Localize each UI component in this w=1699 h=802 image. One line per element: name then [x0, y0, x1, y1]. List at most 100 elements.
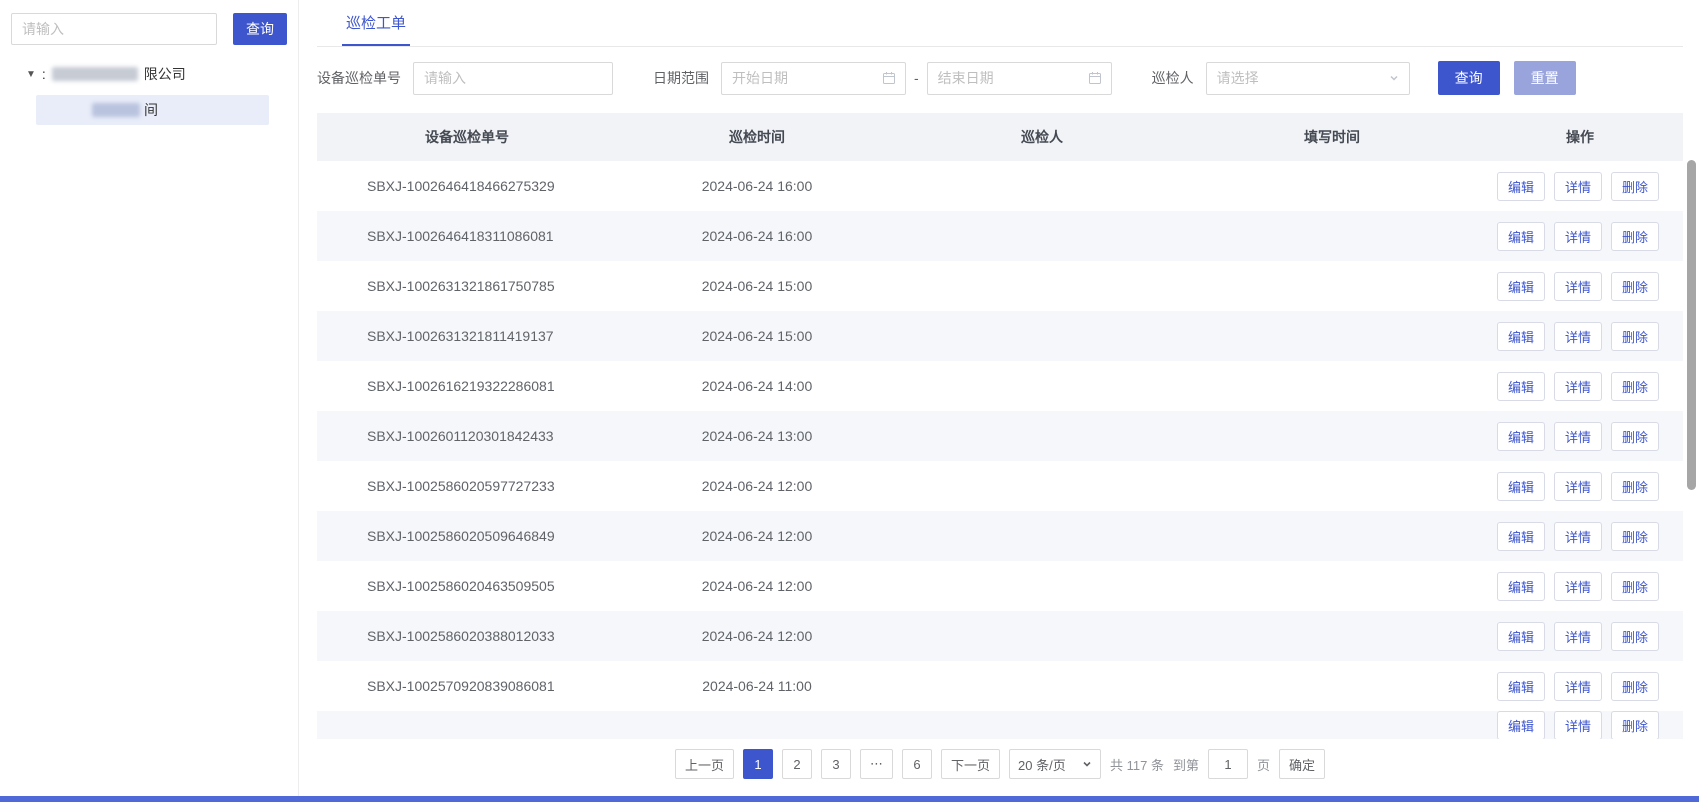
inspector-select-placeholder: 请选择	[1217, 68, 1259, 88]
table-row: SBXJ-1002631321811419137 2024-06-24 15:0…	[317, 311, 1683, 361]
cell-inspect-time: 2024-06-24 15:00	[617, 328, 897, 344]
vertical-scrollbar-thumb[interactable]	[1687, 160, 1696, 490]
col-header-actions: 操作	[1477, 127, 1683, 147]
table-row: SBXJ-1002601120301842433 2024-06-24 13:0…	[317, 411, 1683, 461]
delete-button[interactable]: 删除	[1611, 322, 1659, 351]
cell-order-no: SBXJ-1002616219322286081	[317, 378, 617, 394]
cell-order-no: SBXJ-1002570920839086081	[317, 678, 617, 694]
cell-actions: 编辑 详情 删除	[1477, 322, 1683, 351]
cell-order-no: SBXJ-1002631321861750785	[317, 278, 617, 294]
date-range-separator: -	[914, 70, 919, 86]
delete-button[interactable]: 删除	[1611, 422, 1659, 451]
order-no-input[interactable]	[413, 62, 613, 95]
cell-actions: 编辑 详情 删除	[1477, 572, 1683, 601]
detail-button[interactable]: 详情	[1554, 711, 1602, 739]
detail-button[interactable]: 详情	[1554, 222, 1602, 251]
col-header-fill-time: 填写时间	[1187, 127, 1477, 147]
page-button-1[interactable]: 1	[743, 749, 773, 779]
cell-order-no: SBXJ-1002586020597727233	[317, 478, 617, 494]
detail-button[interactable]: 详情	[1554, 622, 1602, 651]
tab-inspection-work-order[interactable]: 巡检工单	[342, 0, 410, 46]
delete-button[interactable]: 删除	[1611, 372, 1659, 401]
tree-expand-caret-down-icon[interactable]: ▼	[26, 69, 36, 80]
delete-button[interactable]: 删除	[1611, 622, 1659, 651]
table-row: SBXJ-1002631321861750785 2024-06-24 15:0…	[317, 261, 1683, 311]
cell-inspect-time: 2024-06-24 12:00	[617, 578, 897, 594]
inspector-label: 巡检人	[1152, 68, 1194, 88]
table-row: SBXJ-1002616219322286081 2024-06-24 14:0…	[317, 361, 1683, 411]
edit-button[interactable]: 编辑	[1497, 472, 1545, 501]
edit-button[interactable]: 编辑	[1497, 222, 1545, 251]
tab-bar: 巡检工单	[317, 0, 1683, 47]
goto-page-input[interactable]	[1208, 749, 1248, 779]
edit-button[interactable]: 编辑	[1497, 622, 1545, 651]
edit-button[interactable]: 编辑	[1497, 272, 1545, 301]
goto-confirm-button[interactable]: 确定	[1279, 749, 1325, 779]
main-panel: 巡检工单 设备巡检单号 日期范围 -	[299, 0, 1699, 802]
cell-actions: 编辑 详情 删除	[1477, 672, 1683, 701]
delete-button[interactable]: 删除	[1611, 711, 1659, 739]
prev-page-button[interactable]: 上一页	[675, 749, 734, 779]
query-button[interactable]: 查询	[1438, 61, 1500, 95]
calendar-icon	[882, 71, 896, 85]
detail-button[interactable]: 详情	[1554, 472, 1602, 501]
cell-inspect-time: 2024-06-24 12:00	[617, 528, 897, 544]
edit-button[interactable]: 编辑	[1497, 672, 1545, 701]
detail-button[interactable]: 详情	[1554, 572, 1602, 601]
page-size-select[interactable]: 20 条/页	[1009, 749, 1101, 779]
cell-actions: 编辑 详情 删除	[1477, 172, 1683, 201]
edit-button[interactable]: 编辑	[1497, 422, 1545, 451]
inspector-select[interactable]: 请选择	[1206, 62, 1410, 95]
edit-button[interactable]: 编辑	[1497, 711, 1545, 739]
detail-button[interactable]: 详情	[1554, 672, 1602, 701]
page-button-2[interactable]: 2	[782, 749, 812, 779]
col-header-inspect-time: 巡检时间	[617, 127, 897, 147]
edit-button[interactable]: 编辑	[1497, 322, 1545, 351]
edit-button[interactable]: 编辑	[1497, 572, 1545, 601]
sidebar-search-input[interactable]	[11, 13, 217, 45]
delete-button[interactable]: 删除	[1611, 222, 1659, 251]
detail-button[interactable]: 详情	[1554, 322, 1602, 351]
delete-button[interactable]: 删除	[1611, 572, 1659, 601]
tree-node-company-label: 限公司	[144, 64, 186, 84]
page-button-6[interactable]: 6	[902, 749, 932, 779]
edit-button[interactable]: 编辑	[1497, 522, 1545, 551]
cell-actions: 编辑 详情 删除	[1477, 522, 1683, 551]
start-date-input[interactable]	[721, 62, 906, 95]
end-date-input[interactable]	[927, 62, 1112, 95]
edit-button[interactable]: 编辑	[1497, 372, 1545, 401]
cell-order-no: SBXJ-1002631321811419137	[317, 328, 617, 344]
cell-inspect-time: 2024-06-24 16:00	[617, 178, 897, 194]
horizontal-scrollbar[interactable]	[0, 796, 1699, 802]
sidebar: 查询 ▼ : 限公司 间	[0, 0, 299, 802]
redacted-company-name	[52, 67, 138, 81]
delete-button[interactable]: 删除	[1611, 522, 1659, 551]
tree-node-workshop-selected[interactable]: 间	[36, 95, 269, 125]
edit-button[interactable]: 编辑	[1497, 172, 1545, 201]
tree-node-company[interactable]: ▼ : 限公司	[0, 61, 298, 87]
detail-button[interactable]: 详情	[1554, 422, 1602, 451]
page-button-3[interactable]: 3	[821, 749, 851, 779]
delete-button[interactable]: 删除	[1611, 472, 1659, 501]
cell-actions: 编辑 详情 删除	[1477, 472, 1683, 501]
detail-button[interactable]: 详情	[1554, 522, 1602, 551]
table-row: SBXJ-1002646418311086081 2024-06-24 16:0…	[317, 211, 1683, 261]
cell-order-no: SBXJ-1002586020509646849	[317, 528, 617, 544]
tree-node-workshop-label: 间	[144, 100, 158, 120]
next-page-button[interactable]: 下一页	[941, 749, 1000, 779]
start-date-field	[721, 62, 906, 95]
reset-button[interactable]: 重置	[1514, 61, 1576, 95]
sidebar-search-button[interactable]: 查询	[233, 13, 287, 45]
order-no-label: 设备巡检单号	[317, 68, 401, 88]
app-window: 查询 ▼ : 限公司 间 巡检工单 设备巡检单号 日期范围	[0, 0, 1699, 802]
detail-button[interactable]: 详情	[1554, 272, 1602, 301]
cell-actions: 编辑 详情 删除	[1477, 622, 1683, 651]
calendar-icon	[1088, 71, 1102, 85]
delete-button[interactable]: 删除	[1611, 672, 1659, 701]
detail-button[interactable]: 详情	[1554, 372, 1602, 401]
delete-button[interactable]: 删除	[1611, 172, 1659, 201]
page-ellipsis[interactable]: ⋯	[860, 749, 893, 779]
table-row: SBXJ-1002586020388012033 2024-06-24 12:0…	[317, 611, 1683, 661]
detail-button[interactable]: 详情	[1554, 172, 1602, 201]
delete-button[interactable]: 删除	[1611, 272, 1659, 301]
